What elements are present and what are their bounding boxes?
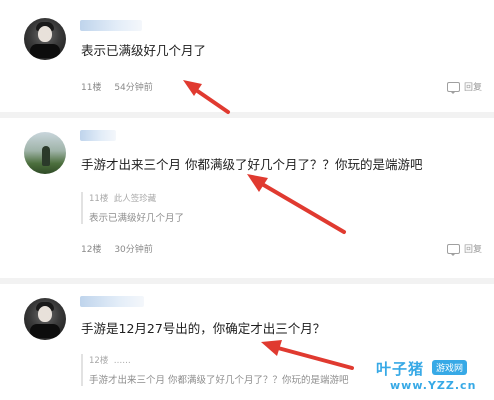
- reply-label: 回复: [463, 245, 482, 255]
- timestamp: 30分钟前: [114, 245, 153, 255]
- quoted-comment: 11楼 此人签珍藏 表示已满级好几个月了: [81, 192, 184, 224]
- comment-meta: 11楼 54分钟前: [81, 80, 163, 93]
- watermark-url: www.YZZ.cn: [390, 379, 477, 392]
- site-watermark: 叶子猪 游戏网 www.YZZ.cn: [376, 358, 488, 396]
- username-blurred[interactable]: [80, 20, 142, 31]
- comment-text: 表示已满级好几个月了: [81, 43, 207, 58]
- comment-meta: 12楼 30分钟前: [81, 242, 163, 255]
- quote-text: 表示已满级好几个月了: [89, 213, 185, 224]
- quote-floor: 12楼: [89, 356, 109, 366]
- reply-label: 回复: [463, 83, 482, 93]
- quote-note: 此人签珍藏: [113, 194, 157, 204]
- username-blurred[interactable]: [80, 296, 144, 307]
- avatar[interactable]: [24, 298, 66, 340]
- quote-text: 手游才出来三个月 你都满级了好几个月了？？你玩的是端游吧: [89, 375, 349, 386]
- reply-button[interactable]: 回复: [446, 80, 482, 94]
- username-blurred[interactable]: [80, 130, 116, 141]
- comment-text: 手游才出来三个月 你都满级了好几个月了？？你玩的是端游吧: [81, 157, 423, 172]
- avatar[interactable]: [24, 132, 66, 174]
- comment-icon: [446, 81, 460, 94]
- reply-button[interactable]: 回复: [446, 242, 482, 256]
- timestamp: 54分钟前: [114, 83, 153, 93]
- avatar[interactable]: [24, 18, 66, 60]
- quote-meta: 12楼 ……: [89, 354, 349, 366]
- quoted-comment: 12楼 …… 手游才出来三个月 你都满级了好几个月了？？你玩的是端游吧: [81, 354, 349, 386]
- comment-icon: [446, 243, 460, 256]
- floor-number: 12楼: [81, 245, 102, 255]
- watermark-badge: 游戏网: [432, 360, 468, 375]
- comment-2: 手游才出来三个月 你都满级了好几个月了？？你玩的是端游吧 11楼 此人签珍藏 表…: [0, 118, 494, 278]
- quote-meta: 11楼 此人签珍藏: [89, 192, 184, 204]
- comment-text: 手游是12月27号出的，你确定才出三个月？: [81, 321, 326, 336]
- quote-floor: 11楼: [89, 194, 109, 204]
- floor-number: 11楼: [81, 83, 102, 93]
- quote-note: ……: [113, 356, 131, 366]
- comment-1: 表示已满级好几个月了 11楼 54分钟前 回复: [0, 0, 494, 112]
- watermark-logo: 叶子猪: [376, 360, 425, 378]
